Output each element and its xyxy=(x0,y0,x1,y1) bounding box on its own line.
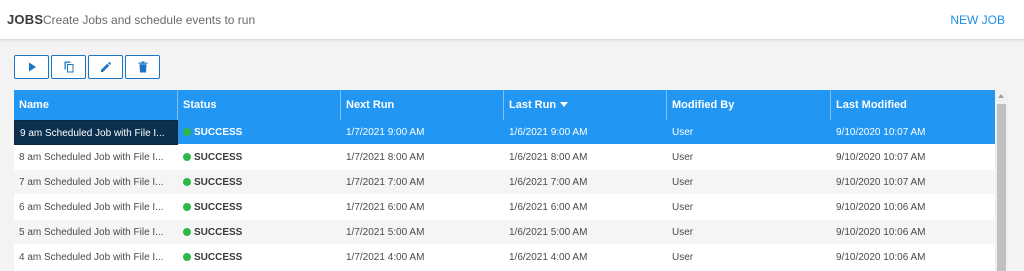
scroll-up-arrow-icon[interactable] xyxy=(998,94,1004,98)
status-cell: SUCCESS xyxy=(178,245,341,270)
last-modified-cell: 9/10/2020 10:07 AM xyxy=(836,127,926,138)
last-run-cell: 1/6/2021 4:00 AM xyxy=(509,252,588,263)
column-header-last-run[interactable]: Last Run xyxy=(504,90,667,120)
success-dot-icon xyxy=(183,253,191,261)
status-cell: SUCCESS xyxy=(178,195,341,220)
status-cell: SUCCESS xyxy=(178,220,341,245)
page-header: JOBS Create Jobs and schedule events to … xyxy=(0,0,1024,40)
next-run-cell: 1/7/2021 6:00 AM xyxy=(346,202,425,213)
status-text: SUCCESS xyxy=(194,252,243,263)
status-text: SUCCESS xyxy=(194,127,243,138)
table-row[interactable]: 7 am Scheduled Job with File I... SUCCES… xyxy=(14,170,995,195)
table-row[interactable]: 6 am Scheduled Job with File I... SUCCES… xyxy=(14,195,995,220)
job-name-cell[interactable]: 8 am Scheduled Job with File I... xyxy=(14,145,178,170)
last-modified-cell: 9/10/2020 10:07 AM xyxy=(836,177,926,188)
status-cell: SUCCESS xyxy=(178,120,341,145)
page-subtitle: Create Jobs and schedule events to run xyxy=(43,13,256,27)
column-header-last-run-label: Last Run xyxy=(509,99,557,111)
delete-job-button[interactable] xyxy=(125,55,160,79)
last-modified-cell: 9/10/2020 10:07 AM xyxy=(836,152,926,163)
modified-by-cell: User xyxy=(672,127,694,138)
table-row[interactable]: 5 am Scheduled Job with File I... SUCCES… xyxy=(14,220,995,245)
last-modified-cell: 9/10/2020 10:06 AM xyxy=(836,227,926,238)
play-icon xyxy=(28,62,36,72)
table-row[interactable]: 8 am Scheduled Job with File I... SUCCES… xyxy=(14,145,995,170)
edit-icon xyxy=(100,61,111,72)
modified-by-cell: User xyxy=(672,152,694,163)
run-job-button[interactable] xyxy=(14,55,49,79)
table-row[interactable]: 4 am Scheduled Job with File I... SUCCES… xyxy=(14,245,995,270)
last-run-cell: 1/6/2021 7:00 AM xyxy=(509,177,588,188)
status-text: SUCCESS xyxy=(194,227,243,238)
vertical-scrollbar[interactable] xyxy=(995,90,1008,271)
next-run-cell: 1/7/2021 5:00 AM xyxy=(346,227,425,238)
job-name-cell[interactable]: 6 am Scheduled Job with File I... xyxy=(14,195,178,220)
last-run-cell: 1/6/2021 8:00 AM xyxy=(509,152,588,163)
job-name-cell[interactable]: 7 am Scheduled Job with File I... xyxy=(14,170,178,195)
edit-job-button[interactable] xyxy=(88,55,123,79)
job-name-cell[interactable]: 4 am Scheduled Job with File I... xyxy=(14,245,178,270)
sort-descending-icon xyxy=(560,102,569,107)
copy-job-button[interactable] xyxy=(51,55,86,79)
success-dot-icon xyxy=(183,203,191,211)
status-cell: SUCCESS xyxy=(178,170,341,195)
last-run-cell: 1/6/2021 5:00 AM xyxy=(509,227,588,238)
next-run-cell: 1/7/2021 7:00 AM xyxy=(346,177,425,188)
table-header: Name Status Next Run Last Run Modified B… xyxy=(14,90,995,120)
new-job-link[interactable]: NEW JOB xyxy=(950,13,1005,27)
modified-by-cell: User xyxy=(672,227,694,238)
delete-icon xyxy=(138,61,147,73)
success-dot-icon xyxy=(183,128,191,136)
job-name-cell[interactable]: 9 am Scheduled Job with File I... xyxy=(14,120,178,145)
page-title: JOBS xyxy=(7,12,44,27)
modified-by-cell: User xyxy=(672,177,694,188)
last-modified-cell: 9/10/2020 10:06 AM xyxy=(836,252,926,263)
table-body: 9 am Scheduled Job with File I... SUCCES… xyxy=(14,120,995,270)
job-toolbar xyxy=(14,55,160,79)
last-run-cell: 1/6/2021 6:00 AM xyxy=(509,202,588,213)
copy-icon xyxy=(64,61,73,73)
next-run-cell: 1/7/2021 9:00 AM xyxy=(346,127,425,138)
job-name-cell[interactable]: 5 am Scheduled Job with File I... xyxy=(14,220,178,245)
last-run-cell: 1/6/2021 9:00 AM xyxy=(509,127,588,138)
success-dot-icon xyxy=(183,178,191,186)
table-row[interactable]: 9 am Scheduled Job with File I... SUCCES… xyxy=(14,120,995,145)
column-header-last-modified[interactable]: Last Modified xyxy=(831,90,995,120)
jobs-table: Name Status Next Run Last Run Modified B… xyxy=(14,90,1008,271)
status-text: SUCCESS xyxy=(194,152,243,163)
next-run-cell: 1/7/2021 8:00 AM xyxy=(346,152,425,163)
status-cell: SUCCESS xyxy=(178,145,341,170)
column-header-status[interactable]: Status xyxy=(178,90,341,120)
status-text: SUCCESS xyxy=(194,177,243,188)
modified-by-cell: User xyxy=(672,252,694,263)
scrollbar-thumb[interactable] xyxy=(997,104,1006,271)
status-text: SUCCESS xyxy=(194,202,243,213)
column-header-next-run[interactable]: Next Run xyxy=(341,90,504,120)
success-dot-icon xyxy=(183,153,191,161)
next-run-cell: 1/7/2021 4:00 AM xyxy=(346,252,425,263)
last-modified-cell: 9/10/2020 10:06 AM xyxy=(836,202,926,213)
modified-by-cell: User xyxy=(672,202,694,213)
column-header-modified-by[interactable]: Modified By xyxy=(667,90,831,120)
column-header-name[interactable]: Name xyxy=(14,90,178,120)
success-dot-icon xyxy=(183,228,191,236)
